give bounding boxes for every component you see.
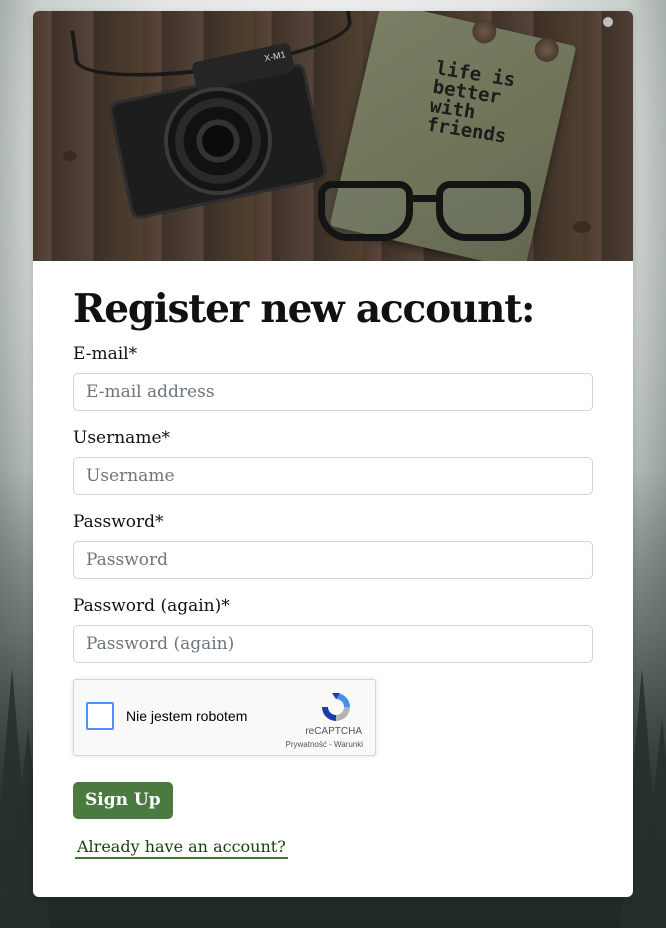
- email-field-group: E-mail*: [73, 343, 593, 411]
- pin-decoration: [469, 16, 499, 46]
- password-again-label: Password (again)*: [73, 596, 230, 616]
- recaptcha-widget: Nie jestem robotem reCAPTCHA Prywatność …: [73, 679, 376, 756]
- register-form: Register new account: E-mail* Username* …: [33, 261, 633, 859]
- email-label: E-mail*: [73, 344, 138, 364]
- pin-decoration: [532, 35, 562, 65]
- register-card: X-M1 life is better with friends Registe…: [33, 11, 633, 897]
- username-field-group: Username*: [73, 427, 593, 495]
- password-again-field-group: Password (again)*: [73, 595, 593, 663]
- recaptcha-label: Nie jestem robotem: [126, 708, 248, 724]
- notebook-text: life is better with friends: [425, 57, 517, 148]
- recaptcha-checkbox[interactable]: [86, 702, 114, 730]
- page-title: Register new account:: [73, 286, 535, 332]
- hero-image: X-M1 life is better with friends: [33, 11, 633, 261]
- recaptcha-logo-icon: [322, 693, 350, 721]
- password-again-input[interactable]: [73, 625, 593, 663]
- camera-lens: [158, 81, 278, 201]
- glasses-image: [318, 181, 558, 251]
- password-label: Password*: [73, 512, 164, 532]
- password-input[interactable]: [73, 541, 593, 579]
- tree-decoration: [640, 718, 666, 928]
- recaptcha-links[interactable]: Prywatność - Warunki: [286, 740, 364, 749]
- password-field-group: Password*: [73, 511, 593, 579]
- recaptcha-brand: reCAPTCHA: [305, 726, 362, 737]
- login-link[interactable]: Already have an account?: [75, 837, 288, 859]
- camera-image: X-M1: [107, 42, 329, 221]
- screw-decoration: [603, 17, 613, 27]
- sign-up-button[interactable]: Sign Up: [73, 782, 173, 819]
- username-label: Username*: [73, 428, 171, 448]
- email-input[interactable]: [73, 373, 593, 411]
- username-input[interactable]: [73, 457, 593, 495]
